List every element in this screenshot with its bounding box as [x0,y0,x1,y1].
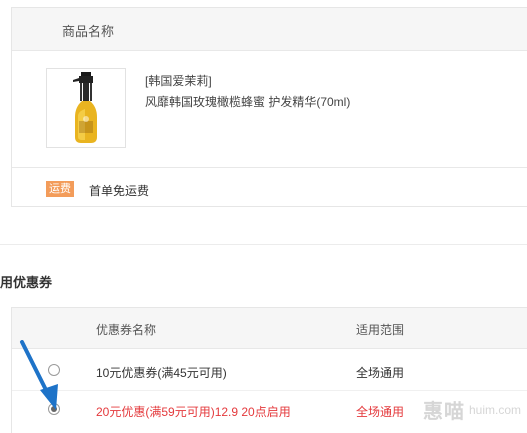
watermark-url: huim.com [468,402,521,417]
product-card: 商品名称 [韩国爱茉莉] 风靡韩国玫瑰橄榄蜂蜜 护发精华(70ml) 运费 首单… [11,7,527,207]
section-divider [0,244,527,245]
coupon-table-header: 优惠券名称 适用范围 [12,308,527,349]
coupon-row[interactable]: 10元优惠券(满45元可用) 全场通用 [12,352,527,390]
coupon-name-column-header: 优惠券名称 [96,323,157,337]
product-column-title: 商品名称 [62,24,115,39]
coupon-name: 10元优惠券(满45元可用) [96,366,227,380]
hair-oil-bottle-icon [73,72,97,143]
arrow-pointer-icon [20,340,58,410]
coupon-scope: 全场通用 [356,366,405,380]
product-name[interactable]: 风靡韩国玫瑰橄榄蜂蜜 护发精华(70ml) [145,93,350,110]
product-thumbnail[interactable] [46,68,126,148]
shipping-text: 首单免运费 [89,184,150,198]
watermark-text: 惠喵 [422,401,465,423]
coupon-name: 20元优惠(满59元可用)12.9 20点启用 [96,405,291,419]
shipping-badge: 运费 [46,181,74,197]
shipping-row: 运费 首单免运费 [12,167,527,206]
product-brand[interactable]: [韩国爱茉莉] [145,72,212,89]
coupon-scope-column-header: 适用范围 [356,323,405,337]
coupon-section-title: 用优惠券 [0,275,53,290]
watermark-logo: 惠喵 huim.com [423,395,521,424]
product-table-header: 商品名称 [12,8,527,51]
coupon-scope: 全场通用 [356,405,405,419]
product-row: [韩国爱茉莉] 风靡韩国玫瑰橄榄蜂蜜 护发精华(70ml) [12,51,527,167]
